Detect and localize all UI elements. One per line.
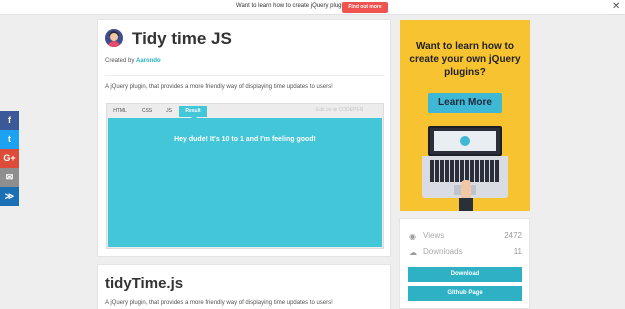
close-icon[interactable]: ✕: [612, 1, 620, 13]
tab-html[interactable]: HTML: [111, 106, 129, 117]
views-count: 2472: [504, 231, 522, 240]
created-by-label: Created by: [105, 58, 135, 64]
author-link[interactable]: Aarondo: [136, 58, 161, 64]
twitter-share-icon[interactable]: t: [0, 130, 19, 149]
email-share-icon[interactable]: ✉: [0, 168, 19, 187]
readme-description: A jQuery plugin, that provides a more fr…: [105, 300, 333, 306]
page-title: Tidy time JS: [132, 29, 232, 48]
divider: [105, 75, 385, 76]
downloads-stat: ☁ Downloads 11: [409, 247, 522, 259]
top-notification-bar: Want to learn how to create jQuery plugi…: [0, 0, 625, 15]
ad-banner[interactable]: Want to learn how to create your own jQu…: [400, 20, 530, 211]
find-out-more-button[interactable]: Find out more: [342, 2, 388, 13]
embed-tab-bar: HTML CSS JS Result Edit on ⊕ CODEPEN: [107, 104, 383, 120]
edit-on-codepen-link[interactable]: Edit on ⊕ CODEPEN: [316, 107, 363, 113]
eye-icon: ◉: [409, 232, 416, 241]
github-page-button[interactable]: Github Page: [408, 286, 522, 301]
views-label: Views: [423, 231, 445, 240]
sleeve-illustration: [459, 198, 473, 211]
laptop-illustration: [422, 120, 508, 211]
notification-text: Want to learn how to create jQuery plugi…: [236, 3, 353, 9]
avatar: [105, 29, 123, 47]
ad-headline: Want to learn how to create your own jQu…: [409, 41, 521, 78]
plugin-description: A jQuery plugin, that provides a more fr…: [105, 84, 333, 90]
created-by-line: Created by Aarondo: [105, 58, 161, 64]
views-stat: ◉ Views 2472: [409, 231, 522, 243]
download-button[interactable]: Download: [408, 267, 522, 282]
cloud-download-icon: ☁: [409, 248, 417, 257]
avatar-shirt: [108, 41, 120, 47]
facebook-share-icon[interactable]: f: [0, 111, 19, 130]
downloads-count: 11: [513, 247, 522, 256]
plugin-card: Tidy time JS Created by Aarondo A jQuery…: [97, 19, 391, 257]
tab-css[interactable]: CSS: [140, 106, 154, 117]
laptop-screen: [428, 126, 502, 156]
google-plus-share-icon[interactable]: G+: [0, 149, 19, 168]
avatar-face: [110, 33, 118, 41]
readme-title: tidyTime.js: [105, 275, 184, 292]
readme-card: tidyTime.js A jQuery plugin, that provid…: [97, 264, 391, 309]
stats-card: ◉ Views 2472 ☁ Downloads 11 Download Git…: [399, 218, 530, 309]
tab-js[interactable]: JS: [164, 106, 174, 117]
result-pane: Hey dude! It's 10 to 1 and I'm feeling g…: [108, 118, 382, 247]
logo-icon: [460, 136, 470, 146]
codepen-embed: HTML CSS JS Result Edit on ⊕ CODEPEN Hey…: [106, 103, 384, 249]
tab-result[interactable]: Result: [179, 106, 207, 120]
keyboard-keys: [430, 160, 500, 182]
learn-more-button[interactable]: Learn More: [428, 93, 502, 113]
downloads-label: Downloads: [423, 247, 463, 256]
result-text: Hey dude! It's 10 to 1 and I'm feeling g…: [174, 136, 316, 143]
laptop-display: [434, 131, 496, 151]
share-icon[interactable]: ≫: [0, 187, 19, 206]
